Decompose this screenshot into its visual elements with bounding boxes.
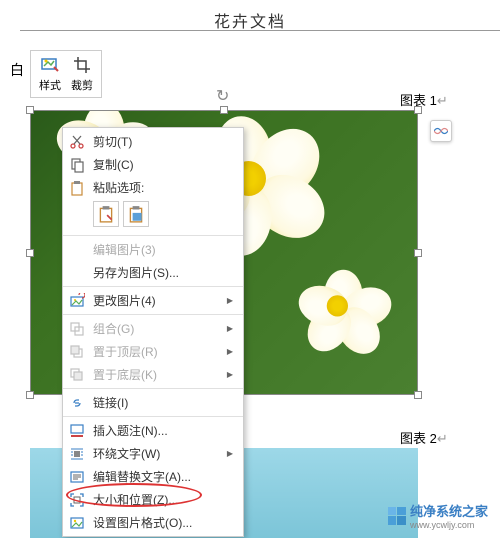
crop-icon (72, 55, 92, 75)
menu-bring-front-label: 置于顶层(R) (93, 343, 219, 360)
caption-icon (69, 423, 85, 439)
resize-handle-br[interactable] (414, 391, 422, 399)
resize-handle-ml[interactable] (26, 249, 34, 257)
resize-handle-tr[interactable] (414, 106, 422, 114)
menu-group-label: 组合(G) (93, 320, 219, 337)
picture-context-menu: 剪切(T) 复制(C) 粘贴选项: 编辑图片(3) 另存为图片(S)... 更改… (62, 127, 244, 537)
alt-text-icon (69, 469, 85, 485)
menu-link[interactable]: 链接(I) (63, 391, 243, 414)
style-label: 样式 (39, 77, 61, 93)
menu-group: 组合(G) (63, 317, 243, 340)
menu-edit-picture-label: 编辑图片(3) (93, 241, 233, 258)
style-icon (40, 55, 60, 75)
watermark-logo-icon (388, 507, 406, 525)
send-back-icon (69, 367, 85, 383)
paste-options-row (63, 199, 243, 233)
menu-copy-label: 复制(C) (93, 156, 233, 173)
format-picture-icon (69, 515, 85, 531)
format-toolbar: 白 样式 裁剪 (30, 50, 102, 98)
layout-options-button[interactable] (430, 120, 452, 142)
layout-options-icon (434, 126, 448, 136)
resize-handle-mr[interactable] (414, 249, 422, 257)
menu-alt-text-label: 编辑替换文字(A)... (93, 468, 233, 485)
link-icon (69, 395, 85, 411)
menu-change-picture-label: 更改图片(4) (93, 292, 219, 309)
menu-edit-picture: 编辑图片(3) (63, 238, 243, 261)
crop-label: 裁剪 (71, 77, 93, 93)
menu-cut[interactable]: 剪切(T) (63, 130, 243, 153)
menu-wrap-text-label: 环绕文字(W) (93, 445, 219, 462)
menu-wrap-text[interactable]: 环绕文字(W) (63, 442, 243, 465)
watermark: 纯净系统之家 www.ycwljy.com (388, 501, 488, 530)
group-icon (69, 321, 85, 337)
crop-button[interactable]: 裁剪 (71, 55, 93, 93)
image-caption-1: 图表 1↵ (400, 90, 448, 109)
menu-insert-caption-label: 插入题注(N)... (93, 422, 233, 439)
menu-save-as-picture-label: 另存为图片(S)... (93, 264, 233, 281)
paste-icon (69, 180, 85, 196)
menu-send-to-back: 置于底层(K) (63, 363, 243, 386)
menu-paste-options-label: 粘贴选项: (93, 179, 233, 196)
resize-handle-tm[interactable] (220, 106, 228, 114)
paste-picture-icon (127, 205, 145, 223)
resize-handle-tl[interactable] (26, 106, 34, 114)
picture-style-button[interactable]: 样式 (39, 55, 61, 93)
wrap-text-icon (69, 446, 85, 462)
paste-option-keep-formatting[interactable] (93, 201, 119, 227)
menu-size-position-label: 大小和位置(Z)... (93, 491, 233, 508)
bring-front-icon (69, 344, 85, 360)
size-position-icon (69, 492, 85, 508)
menu-size-position[interactable]: 大小和位置(Z)... (63, 488, 243, 511)
section-label: 白 (10, 60, 24, 80)
menu-format-picture-label: 设置图片格式(O)... (93, 514, 233, 531)
menu-insert-caption[interactable]: 插入题注(N)... (63, 419, 243, 442)
menu-edit-alt-text[interactable]: 编辑替换文字(A)... (63, 465, 243, 488)
cut-icon (69, 134, 85, 150)
copy-icon (69, 157, 85, 173)
ruler (20, 30, 500, 31)
menu-save-as-picture[interactable]: 另存为图片(S)... (63, 261, 243, 284)
paste-option-picture[interactable] (123, 201, 149, 227)
resize-handle-bl[interactable] (26, 391, 34, 399)
menu-copy[interactable]: 复制(C) (63, 153, 243, 176)
rotate-handle-icon[interactable]: ↻ (216, 86, 229, 106)
image-caption-2: 图表 2↵ (400, 428, 448, 447)
menu-paste-options-header: 粘贴选项: (63, 176, 243, 199)
change-picture-icon (69, 293, 85, 309)
menu-format-picture[interactable]: 设置图片格式(O)... (63, 511, 243, 534)
paste-keep-icon (97, 205, 115, 223)
menu-send-back-label: 置于底层(K) (93, 366, 219, 383)
menu-link-label: 链接(I) (93, 394, 233, 411)
menu-cut-label: 剪切(T) (93, 133, 233, 150)
menu-change-picture[interactable]: 更改图片(4) (63, 289, 243, 312)
document-title: 花卉文档 (0, 8, 500, 32)
menu-bring-to-front: 置于顶层(R) (63, 340, 243, 363)
